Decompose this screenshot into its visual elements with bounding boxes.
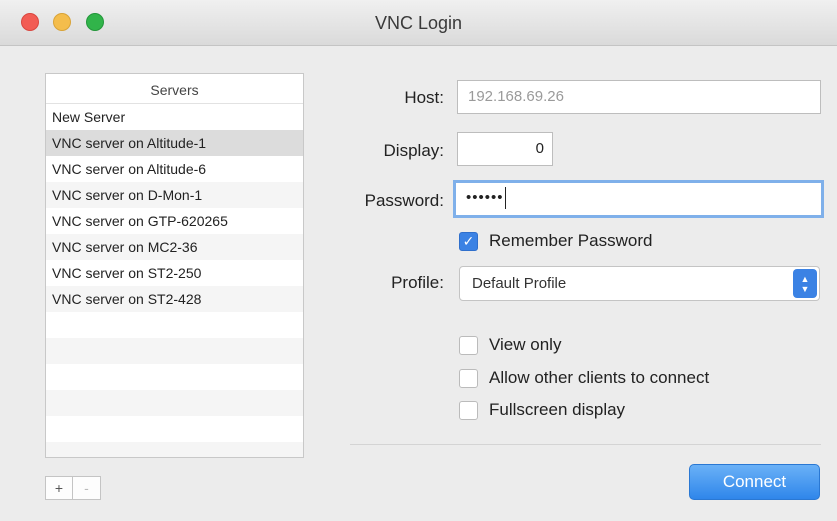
empty-list-row bbox=[46, 338, 303, 364]
empty-list-row bbox=[46, 416, 303, 442]
server-list-item[interactable]: VNC server on GTP-620265 bbox=[46, 208, 303, 234]
server-list-item[interactable]: VNC server on Altitude-6 bbox=[46, 156, 303, 182]
vnc-login-window: VNC Login Servers New Server VNC server … bbox=[0, 0, 837, 521]
password-label: Password: bbox=[364, 191, 444, 210]
view-only-label: View only bbox=[489, 335, 562, 354]
profile-select[interactable]: Default Profile ▲ ▼ bbox=[459, 266, 820, 301]
server-list-header: Servers bbox=[46, 74, 303, 104]
checkbox-box bbox=[459, 400, 478, 420]
empty-list-row bbox=[46, 312, 303, 338]
profile-select-value: Default Profile bbox=[472, 275, 567, 292]
server-list-item[interactable]: VNC server on MC2-36 bbox=[46, 234, 303, 260]
remove-server-button[interactable]: - bbox=[73, 476, 101, 500]
server-list[interactable]: Servers New Server VNC server on Altitud… bbox=[45, 73, 304, 458]
host-label: Host: bbox=[404, 88, 444, 107]
server-list-item[interactable]: VNC server on D-Mon-1 bbox=[46, 182, 303, 208]
server-list-item[interactable]: VNC server on ST2-428 bbox=[46, 286, 303, 312]
password-field[interactable]: •••••• bbox=[453, 180, 824, 218]
allow-other-clients-label: Allow other clients to connect bbox=[489, 368, 710, 387]
server-list-controls: + - bbox=[45, 476, 101, 500]
text-caret bbox=[504, 187, 506, 210]
checkbox-box bbox=[459, 335, 478, 355]
add-server-button[interactable]: + bbox=[45, 476, 73, 500]
host-field[interactable]: 192.168.69.26 bbox=[457, 80, 821, 114]
up-down-chevron-icon: ▲ ▼ bbox=[793, 269, 817, 298]
checkmark-icon: ✓ bbox=[459, 231, 478, 251]
connect-button[interactable]: Connect bbox=[689, 464, 820, 500]
empty-list-row bbox=[46, 390, 303, 416]
fullscreen-checkbox[interactable]: Fullscreen display bbox=[459, 400, 625, 420]
divider bbox=[350, 444, 821, 445]
display-label: Display: bbox=[383, 141, 444, 160]
server-list-item-selected[interactable]: VNC server on Altitude-1 bbox=[46, 130, 303, 156]
remember-password-checkbox[interactable]: ✓ Remember Password bbox=[459, 231, 652, 251]
server-list-item[interactable]: VNC server on ST2-250 bbox=[46, 260, 303, 286]
view-only-checkbox[interactable]: View only bbox=[459, 335, 561, 355]
empty-list-row bbox=[46, 442, 303, 457]
empty-list-row bbox=[46, 364, 303, 390]
remember-password-label: Remember Password bbox=[489, 231, 653, 250]
title-bar: VNC Login bbox=[0, 0, 837, 46]
display-field[interactable]: 0 bbox=[457, 132, 553, 166]
server-list-item[interactable]: New Server bbox=[46, 104, 303, 130]
profile-label: Profile: bbox=[391, 273, 444, 292]
allow-other-clients-checkbox[interactable]: Allow other clients to connect bbox=[459, 368, 709, 388]
window-title: VNC Login bbox=[374, 13, 463, 33]
password-value: •••••• bbox=[466, 189, 504, 206]
fullscreen-label: Fullscreen display bbox=[489, 400, 626, 419]
checkbox-box bbox=[459, 368, 478, 388]
